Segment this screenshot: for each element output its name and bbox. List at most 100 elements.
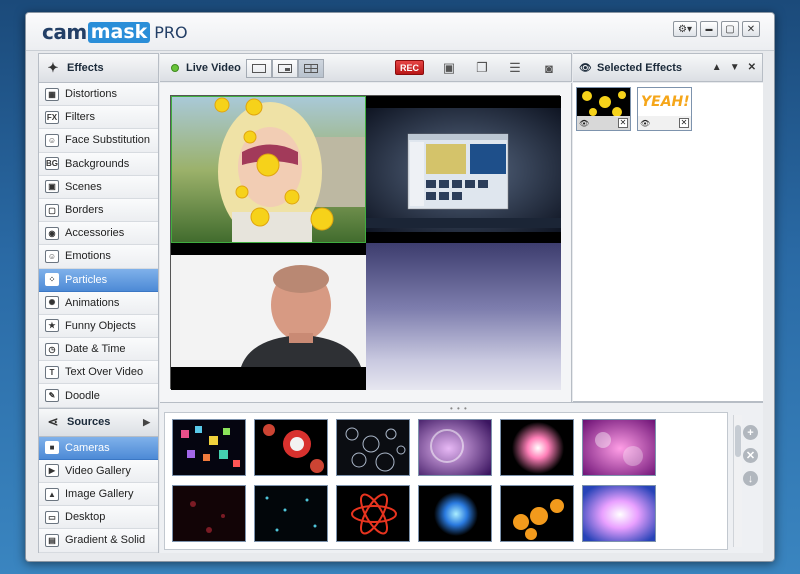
man-video-image [171,255,366,367]
sidebar-item-image-gallery[interactable]: ▲ Image Gallery [39,483,158,507]
record-button[interactable]: REC [395,60,424,75]
sources-header[interactable]: ⋖ Sources ▶ [39,407,158,437]
pip-layout-button[interactable] [272,59,298,78]
doodle-icon: ✎ [45,389,59,403]
particle-thumbnail[interactable] [500,419,574,476]
remove-effect-button[interactable]: ✕ [679,118,689,128]
move-up-icon[interactable]: ▲ [712,62,722,73]
selected-effects-title: Selected Effects [597,61,682,74]
sidebar-item-label: Gradient & Solid [65,534,146,547]
video-cell-empty[interactable] [366,243,561,390]
layout-switcher [246,59,324,78]
close-icon[interactable]: ✕ [748,62,756,73]
video-cell-man[interactable] [171,243,366,390]
broadcast-icon[interactable]: ◙ [540,60,558,76]
accessories-icon: ◉ [45,226,59,240]
particle-thumbnail[interactable] [254,485,328,542]
remove-button[interactable]: ✕ [743,448,758,463]
particle-dark-red-thumb [173,486,245,541]
sidebar-item-label: Particles [65,273,108,286]
gallery-tools: + ✕ ↓ [743,425,758,486]
sidebar-item-distortions[interactable]: ▦ Distortions [39,83,158,107]
video-cell-desktop[interactable] [366,96,561,243]
effects-list: ▦ Distortions FX Filters ☺ Face Substitution B… [39,83,158,408]
sidebar-item-label: Distortions [65,88,117,101]
particle-thumbnail[interactable] [418,485,492,542]
selected-effect-yeah[interactable]: YEAH! 👁 ✕ [637,87,692,131]
minimize-button[interactable]: ▬ [700,21,718,37]
particle-thumbnail[interactable] [500,485,574,542]
sidebar-item-desktop[interactable]: ▭ Desktop [39,506,158,530]
move-down-icon[interactable]: ▼ [730,62,740,73]
particle-pink-thumb [583,420,655,475]
sidebar-item-emotions[interactable]: ☺ Emotions [39,245,158,269]
effects-wand-icon: ✦ [47,60,59,75]
sidebar-item-label: Borders [65,204,104,217]
sidebar-item-scenes[interactable]: ▣ Scenes [39,175,158,199]
expand-arrow-icon: ▶ [143,416,150,427]
visibility-eye-icon[interactable]: 👁 [579,119,589,128]
sidebar-item-video-gallery[interactable]: ▶ Video Gallery [39,459,158,483]
video-grid [170,95,561,390]
adjustments-icon[interactable]: ☰ [506,60,524,76]
desktop-icon: ▭ [45,510,59,524]
gallery-thumbnails [164,412,728,550]
download-button[interactable]: ↓ [743,471,758,486]
animations-icon: ✺ [45,296,59,310]
sidebar-item-label: Animations [65,296,120,309]
sidebar-item-date-time[interactable]: ◷ Date & Time [39,338,158,362]
gallery-scrollbar[interactable] [733,415,742,547]
particle-thumbnail[interactable] [336,419,410,476]
quad-layout-icon [304,64,318,73]
single-layout-button[interactable] [246,59,272,78]
particle-thumbnail[interactable] [582,419,656,476]
sidebar-item-label: Filters [65,111,95,124]
particle-thumbnail[interactable] [172,485,246,542]
particle-orange-thumb [501,486,573,541]
sidebar-item-cameras[interactable]: ■ Cameras [39,436,158,460]
pip-layout-icon [278,64,292,73]
maximize-button[interactable]: ▢ [721,21,739,37]
woman-video-image [172,97,365,242]
video-cell-woman[interactable] [171,96,366,243]
selected-effect-sun-bar: 👁 ✕ [577,116,630,130]
effects-header[interactable]: ✦ Effects [39,54,158,83]
remove-effect-button[interactable]: ✕ [618,118,628,128]
live-video-label: Live Video [186,62,241,74]
scenes-icon: ▣ [45,180,59,194]
borders-icon: ▢ [45,203,59,217]
particle-rainbow-thumb [583,486,655,541]
sidebar-item-text-over-video[interactable]: T Text Over Video [39,361,158,385]
particle-thumbnail[interactable] [582,485,656,542]
gallery-scroll-thumb[interactable] [735,425,741,457]
sidebar-item-face-substitution[interactable]: ☺ Face Substitution [39,129,158,153]
sidebar-item-particles[interactable]: ⁘ Particles [39,268,158,292]
particle-purple-thumb [419,420,491,475]
sidebar-item-label: Text Over Video [65,366,144,379]
add-button[interactable]: + [743,425,758,440]
sidebar-item-label: Backgrounds [65,157,130,170]
sidebar-item-label: Face Substitution [65,134,150,147]
selected-effect-sun[interactable]: 👁 ✕ [576,87,631,131]
logo-mask-text: mask [87,21,151,43]
yeah-effect-text: YEAH! [641,94,690,110]
sidebar-item-gradient-solid[interactable]: ▤ Gradient & Solid [39,529,158,553]
windows-icon[interactable]: ❐ [473,60,491,76]
sidebar-item-funny-objects[interactable]: ★ Funny Objects [39,314,158,339]
sidebar-item-animations[interactable]: ✺ Animations [39,291,158,315]
close-window-button[interactable]: ✕ [742,21,760,37]
sidebar-item-doodle[interactable]: ✎ Doodle [39,384,158,408]
particle-thumbnail[interactable] [336,485,410,542]
quad-layout-button[interactable] [298,59,324,78]
settings-gear-button[interactable]: ⚙▾ [673,21,697,37]
sidebar-item-accessories[interactable]: ◉ Accessories [39,222,158,246]
particle-thumbnail[interactable] [254,419,328,476]
sidebar-item-backgrounds[interactable]: BG Backgrounds [39,152,158,176]
particle-thumbnail[interactable] [172,419,246,476]
snapshot-camera-icon[interactable]: ▣ [440,60,458,76]
visibility-eye-icon[interactable]: 👁 [640,119,650,128]
sidebar-item-label: Accessories [65,227,125,240]
sidebar-item-borders[interactable]: ▢ Borders [39,198,158,223]
sidebar-item-filters[interactable]: FX Filters [39,106,158,130]
particle-thumbnail[interactable] [418,419,492,476]
